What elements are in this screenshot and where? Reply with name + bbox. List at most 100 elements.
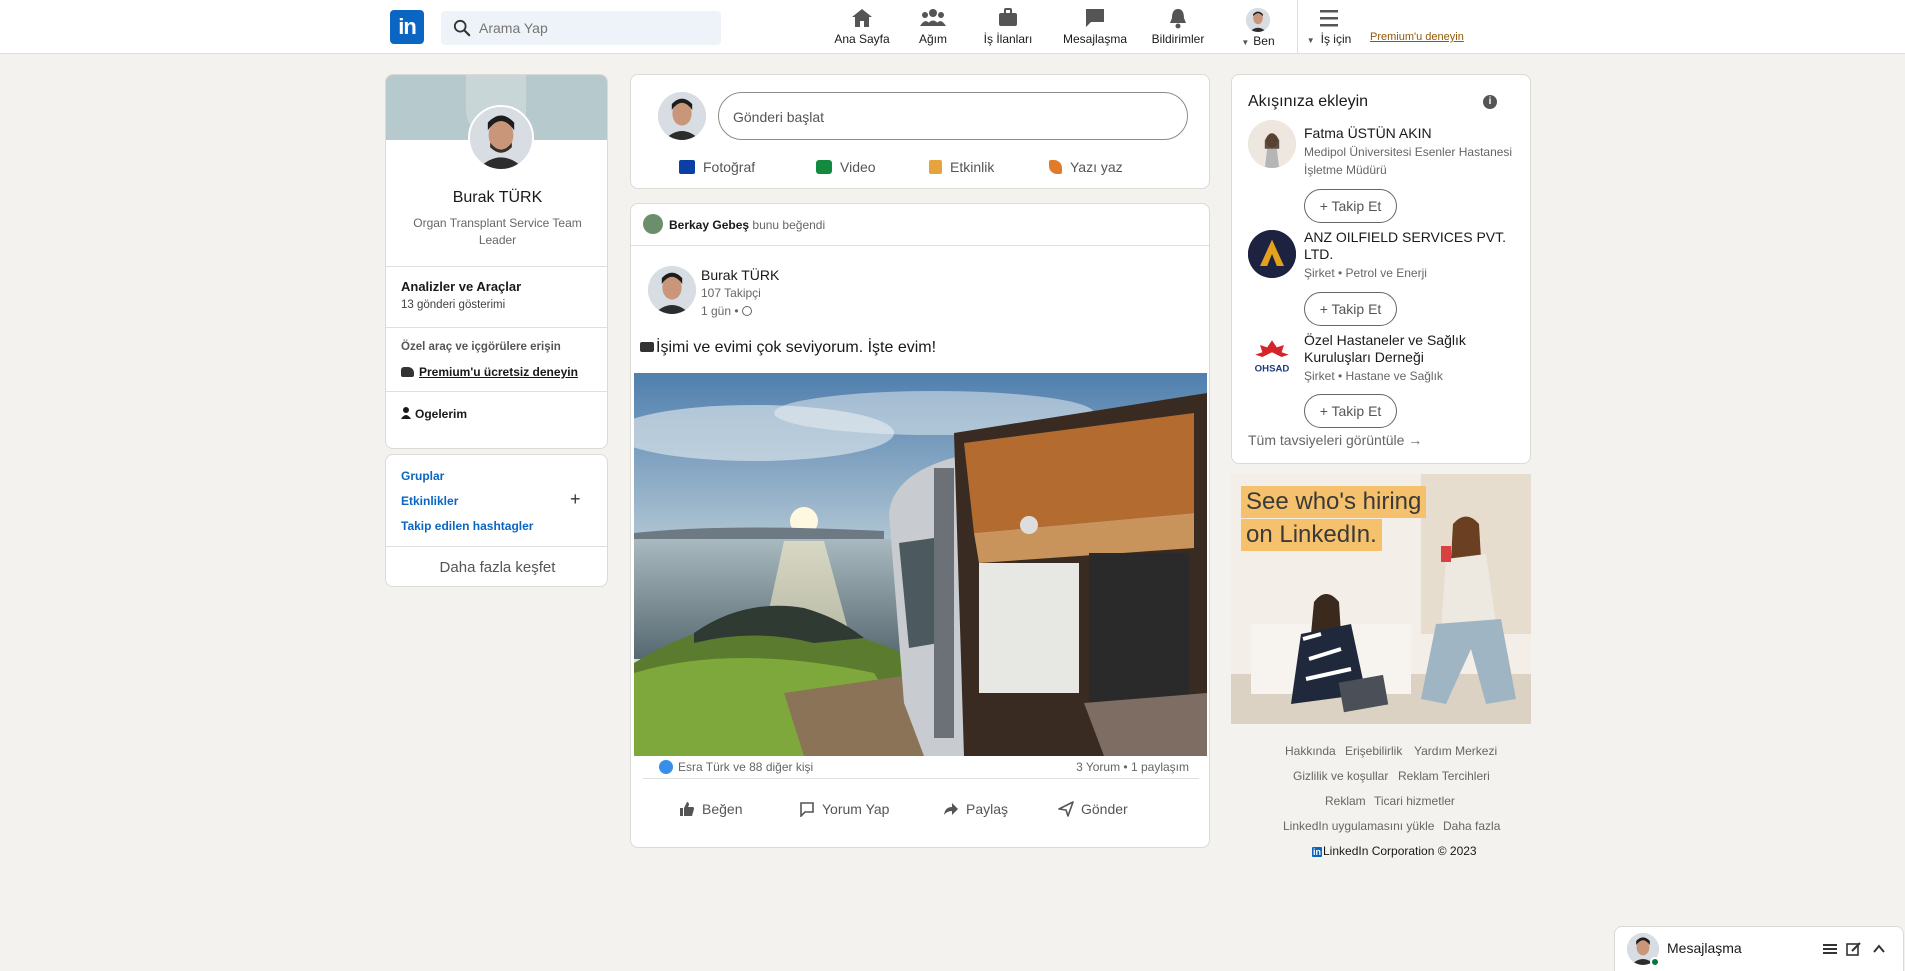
comment-label: Yorum Yap — [822, 801, 890, 817]
follow-button[interactable]: + Takip Et — [1304, 394, 1397, 428]
avatar[interactable] — [658, 92, 706, 140]
linkedin-mini-logo: in — [1312, 847, 1322, 857]
article-label: Yazı yaz — [1070, 159, 1123, 175]
messaging-dock[interactable]: Mesajlaşma — [1614, 926, 1904, 971]
video-button[interactable]: Video — [816, 159, 876, 175]
photo-button[interactable]: Fotoğraf — [679, 159, 755, 175]
chevron-up-icon[interactable] — [1871, 941, 1887, 957]
premium-icon — [401, 367, 414, 377]
premium-trial-label: Premium'u ücretsiz deneyin — [419, 365, 578, 379]
start-post-input[interactable]: Gönderi başlat — [718, 92, 1188, 140]
profile-headline: Organ Transplant Service Team Leader — [413, 216, 582, 247]
footer-link[interactable]: Ticari hizmetler — [1374, 794, 1455, 808]
event-button[interactable]: Etkinlik — [929, 159, 994, 175]
video-icon — [816, 160, 832, 174]
thumbs-up-icon — [679, 801, 695, 817]
info-icon[interactable]: i — [1483, 95, 1497, 109]
footer-link[interactable]: Yardım Merkezi — [1414, 744, 1497, 758]
messaging-label[interactable]: Mesajlaşma — [1667, 940, 1742, 956]
event-label: Etkinlik — [950, 159, 995, 175]
compose-icon[interactable] — [1846, 941, 1862, 957]
footer-link[interactable]: Erişebilirlik — [1345, 744, 1402, 758]
messaging-icon — [1086, 9, 1104, 27]
photo-label: Fotoğraf — [703, 159, 756, 175]
ad-headline-line1: See who's hiring — [1241, 486, 1427, 518]
nav-messaging[interactable]: Mesajlaşma — [1062, 6, 1128, 50]
footer-link[interactable]: LinkedIn uygulamasını yükle — [1283, 819, 1434, 833]
nav-business[interactable]: ▼ İş için — [1300, 6, 1358, 50]
author-followers: 107 Takipçi — [701, 286, 761, 300]
view-all-recommendations[interactable]: Tüm tavsiyeleri görüntüle → — [1248, 432, 1422, 448]
network-icon — [920, 9, 946, 26]
footer-link[interactable]: Reklam Tercihleri — [1398, 769, 1490, 783]
ad-banner[interactable]: See who's hiring on LinkedIn. — [1231, 474, 1531, 724]
liker-name[interactable]: Berkay Gebeş — [669, 218, 749, 232]
linkedin-logo[interactable]: in — [390, 10, 424, 44]
nav-jobs[interactable]: İş İlanları — [980, 6, 1036, 50]
suggestion-sub: Şirket • Hastane ve Sağlık — [1304, 369, 1443, 383]
comments-summary[interactable]: 3 Yorum • 1 paylaşım — [1076, 760, 1189, 774]
footer-link[interactable]: Gizlilik ve koşullar — [1293, 769, 1388, 783]
nav-business-label: İş için — [1320, 32, 1352, 46]
nav-home[interactable]: Ana Sayfa — [834, 6, 890, 50]
nav-divider — [1297, 0, 1298, 54]
analytics-title[interactable]: Analizler ve Araçlar — [401, 279, 521, 294]
ad-headline-line2: on LinkedIn. — [1241, 519, 1382, 551]
nav-network[interactable]: Ağım — [910, 6, 956, 50]
briefcase-icon — [999, 8, 1017, 26]
article-button[interactable]: Yazı yaz — [1049, 159, 1123, 175]
comment-button[interactable]: Yorum Yap — [799, 801, 890, 818]
suggestion-name[interactable]: Fatma ÜSTÜN AKIN — [1304, 125, 1514, 142]
send-button[interactable]: Gönder — [1058, 801, 1128, 817]
nav-me[interactable]: ▼ Ben — [1236, 6, 1280, 50]
profile-name[interactable]: Burak TÜRK — [386, 189, 607, 207]
discover-more-button[interactable]: Daha fazla keşfet — [386, 546, 607, 586]
ad-headline: See who's hiring on LinkedIn. — [1241, 486, 1427, 552]
groups-link[interactable]: Gruplar — [401, 469, 444, 483]
groups-card: Gruplar Etkinlikler + Takip edilen hasht… — [385, 454, 608, 587]
like-label: Beğen — [702, 801, 743, 817]
follow-button[interactable]: + Takip Et — [1304, 292, 1397, 326]
footer-link[interactable]: Hakkında — [1285, 744, 1336, 758]
online-status-dot — [1650, 957, 1660, 967]
suggestion-name[interactable]: Özel Hastaneler ve Sağlık Kuruluşları De… — [1304, 332, 1514, 366]
divider — [386, 327, 607, 328]
share-button[interactable]: Paylaş — [943, 801, 1008, 817]
nav-home-label: Ana Sayfa — [834, 32, 890, 46]
analytics-sub[interactable]: 13 gönderi gösterimi — [401, 299, 505, 311]
top-nav: in Ana Sayfa Ağım İş İlanları Mesajlaşma… — [0, 0, 1905, 54]
menu-icon[interactable] — [1822, 941, 1838, 957]
footer-link[interactable]: Reklam — [1325, 794, 1366, 808]
premium-trial-link[interactable]: Premium'u ücretsiz deneyin — [401, 365, 578, 379]
avatar[interactable] — [648, 266, 696, 314]
search-box[interactable] — [441, 11, 721, 45]
nav-notifications[interactable]: Bildirimler — [1150, 6, 1206, 50]
events-link[interactable]: Etkinlikler — [401, 494, 458, 508]
suggestion-sub: Şirket • Petrol ve Enerji — [1304, 266, 1427, 280]
saved-items[interactable]: Ogelerim — [401, 407, 467, 421]
photo-icon — [679, 160, 695, 174]
avatar[interactable] — [643, 214, 663, 234]
ohsad-logo[interactable]: OHSAD — [1248, 333, 1296, 381]
post-image[interactable] — [634, 373, 1207, 756]
author-name[interactable]: Burak TÜRK — [701, 267, 779, 283]
profile-avatar[interactable] — [468, 105, 534, 171]
like-button[interactable]: Beğen — [679, 801, 742, 817]
premium-link[interactable]: Premium'u deneyin — [1370, 31, 1464, 43]
feed-post: Berkay Gebeş bunu beğendi Burak TÜRK 107… — [630, 203, 1210, 848]
like-icon — [659, 760, 673, 774]
reactions-summary[interactable]: Esra Türk ve 88 diğer kişi — [659, 760, 813, 774]
add-event-icon[interactable]: + — [570, 489, 581, 510]
divider — [386, 391, 607, 392]
follow-button[interactable]: + Takip Et — [1304, 189, 1397, 223]
copyright: in LinkedIn Corporation © 2023 — [1312, 844, 1477, 858]
hashtags-link[interactable]: Takip edilen hashtagler — [401, 519, 533, 533]
post-composer: Gönderi başlat Fotoğraf Video Etkinlik Y… — [630, 74, 1210, 189]
footer-link[interactable]: Daha fazla — [1443, 819, 1500, 833]
avatar[interactable] — [1248, 120, 1296, 168]
send-label: Gönder — [1081, 801, 1128, 817]
suggestion-name[interactable]: ANZ OILFIELD SERVICES PVT. LTD. — [1304, 229, 1514, 263]
avatar[interactable] — [1248, 230, 1296, 278]
search-input[interactable] — [479, 11, 709, 45]
post-time: 1 gün • — [701, 304, 752, 318]
